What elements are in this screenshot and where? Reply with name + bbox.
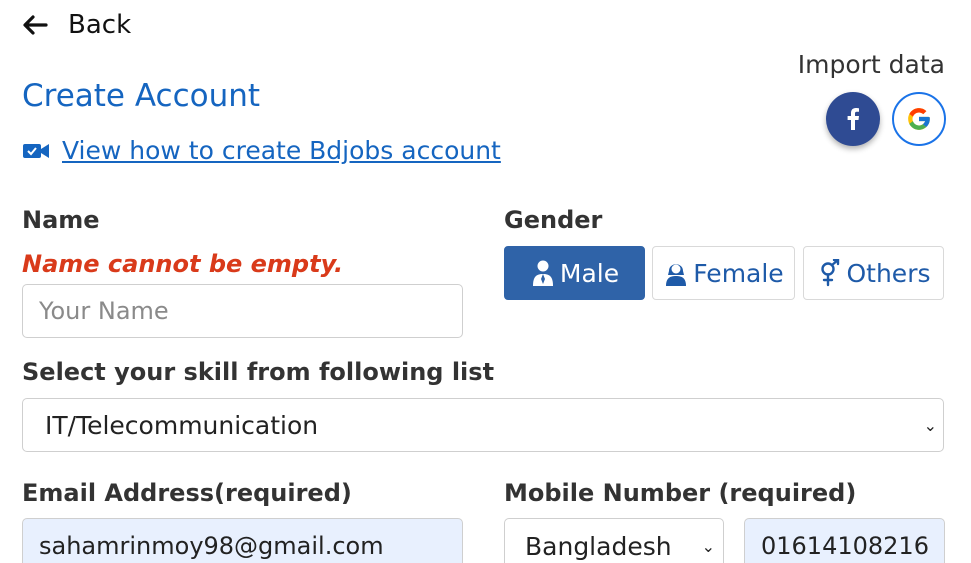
gender-others-button[interactable]: Others: [803, 246, 944, 300]
back-button[interactable]: Back: [22, 10, 131, 40]
gender-female-label: Female: [693, 258, 784, 288]
name-error-message: Name cannot be empty.: [22, 250, 344, 278]
mobile-number-input[interactable]: [744, 518, 945, 563]
name-label: Name: [22, 206, 100, 234]
genderqueer-icon: [821, 259, 840, 287]
facebook-icon: [847, 108, 859, 130]
import-data-section: Import data: [798, 50, 945, 79]
page-title: Create Account: [22, 78, 261, 114]
gender-male-label: Male: [559, 258, 620, 288]
arrow-left-icon: [23, 15, 48, 35]
gender-others-label: Others: [846, 258, 931, 288]
male-user-icon: [532, 260, 553, 286]
back-label: Back: [68, 10, 132, 40]
female-user-icon: [666, 264, 687, 286]
gender-male-button[interactable]: Male: [504, 246, 645, 300]
skill-label: Select your skill from following list: [22, 358, 495, 386]
email-input[interactable]: [22, 518, 463, 563]
chevron-down-icon: ⌄: [923, 415, 937, 435]
video-tutorial-link-row: View how to create Bdjobs account: [22, 136, 501, 165]
name-input[interactable]: [22, 284, 463, 338]
gender-female-button[interactable]: Female: [652, 246, 795, 300]
google-icon: [908, 108, 930, 130]
country-select[interactable]: Bangladesh ⌄: [504, 518, 724, 563]
skill-select[interactable]: IT/Telecommunication ⌄: [22, 398, 944, 452]
video-tutorial-link[interactable]: View how to create Bdjobs account: [62, 136, 501, 165]
google-import-button[interactable]: [892, 92, 946, 146]
import-data-label: Import data: [797, 50, 945, 79]
chevron-down-icon: ⌄: [701, 536, 715, 556]
mobile-label: Mobile Number (required): [504, 479, 857, 507]
gender-label: Gender: [504, 206, 603, 234]
facebook-import-button[interactable]: [826, 92, 880, 146]
email-label: Email Address(required): [22, 479, 352, 507]
skill-selected-value: IT/Telecommunication: [45, 410, 319, 440]
video-camera-icon: [23, 143, 49, 158]
country-selected-value: Bangladesh: [525, 531, 672, 561]
